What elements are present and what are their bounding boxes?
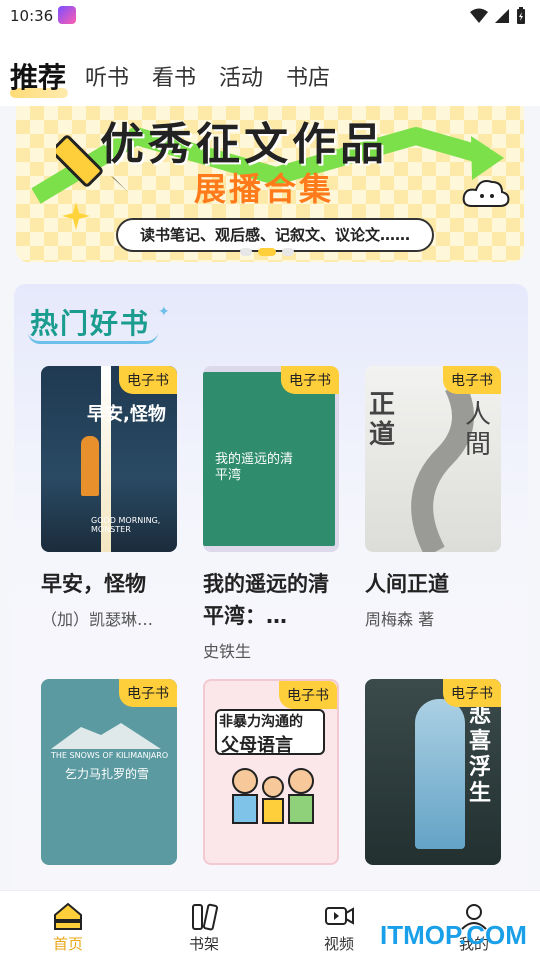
ebook-badge: 电子书 bbox=[443, 679, 501, 707]
cover-title: 非暴力沟通的 bbox=[219, 714, 303, 730]
cover-title: 我的遥远的清平湾 bbox=[215, 452, 294, 483]
figure-decoration bbox=[81, 436, 99, 496]
book-card[interactable]: 早安,怪物 GOOD MORNING, MONSTER 电子书 早安，怪物 （加… bbox=[41, 366, 177, 632]
book-card[interactable]: 正道 人間 电子书 人间正道 周梅森 著 bbox=[365, 366, 501, 632]
banner-subtitle: 展播合集 bbox=[194, 170, 335, 208]
cloud-face-icon bbox=[462, 180, 510, 207]
book-cover[interactable]: 我的遥远的清平湾 电子书 bbox=[203, 366, 339, 552]
ebook-badge: 电子书 bbox=[281, 366, 339, 394]
signal-icon bbox=[495, 9, 509, 23]
book-cover[interactable]: 悲喜浮生 电子书 bbox=[365, 679, 501, 865]
nav-bookshelf-label: 书架 bbox=[188, 935, 219, 953]
banner-dot bbox=[282, 248, 294, 256]
top-tab-bar: 推荐 听书 看书 活动 书店 bbox=[0, 32, 540, 106]
figure-decoration bbox=[415, 699, 465, 849]
banner-dot bbox=[240, 248, 252, 256]
tab-read[interactable]: 看书 bbox=[152, 60, 196, 92]
hot-books-section: 热门好书 ✦ 早安,怪物 GOOD MORNING, MONSTER 电子书 早… bbox=[14, 284, 528, 904]
status-time: 10:36 bbox=[10, 7, 54, 25]
wifi-icon bbox=[470, 8, 488, 23]
app-notification-icon bbox=[58, 6, 76, 24]
sparkle-icon: ✦ bbox=[158, 304, 170, 320]
bookshelf-icon bbox=[192, 903, 219, 931]
tab-recommend[interactable]: 推荐 bbox=[10, 56, 66, 96]
nav-video[interactable]: 视频 bbox=[299, 891, 379, 954]
nav-bookshelf[interactable]: 书架 bbox=[164, 891, 244, 954]
book-cover[interactable]: 非暴力沟通的 父母语言 电子书 bbox=[203, 679, 339, 865]
banner-pill: 读书笔记、观后感、记叙文、议论文…… bbox=[116, 218, 434, 252]
video-icon bbox=[325, 907, 354, 925]
book-title[interactable]: 早安，怪物 bbox=[41, 568, 181, 600]
mountain-decoration bbox=[51, 723, 161, 749]
cover-title: 乞力马扎罗的雪 bbox=[65, 767, 150, 781]
cover-title-secondary: 人間 bbox=[465, 400, 492, 460]
ebook-badge: 电子书 bbox=[443, 366, 501, 394]
banner-title: 优秀征文作品 bbox=[100, 119, 388, 170]
title-swoosh-decoration bbox=[28, 332, 158, 344]
battery-icon bbox=[517, 7, 525, 24]
cover-title: 悲喜浮生 bbox=[469, 703, 492, 806]
family-illustration bbox=[232, 768, 314, 824]
nav-home-label: 首页 bbox=[52, 935, 83, 953]
book-author: （加）凯瑟琳… bbox=[41, 610, 154, 629]
nav-video-label: 视频 bbox=[323, 935, 354, 953]
cover-title: 早安,怪物 bbox=[87, 404, 166, 425]
book-card[interactable]: 悲喜浮生 电子书 bbox=[365, 679, 501, 865]
status-icons bbox=[470, 7, 526, 25]
ebook-badge: 电子书 bbox=[279, 681, 337, 709]
tab-bookstore[interactable]: 书店 bbox=[286, 60, 330, 92]
banner-dot-active bbox=[258, 248, 276, 256]
cover-subtitle: THE SNOWS OF KILIMANJARO bbox=[51, 751, 169, 760]
book-author: 史铁生 bbox=[203, 642, 252, 661]
book-title[interactable]: 我的遥远的清平湾：… bbox=[203, 568, 343, 632]
ebook-badge: 电子书 bbox=[119, 366, 177, 394]
nav-home[interactable]: 首页 bbox=[28, 891, 108, 954]
book-card[interactable]: 非暴力沟通的 父母语言 电子书 bbox=[203, 679, 339, 865]
tab-activity[interactable]: 活动 bbox=[219, 60, 263, 92]
book-author: 周梅森 著 bbox=[365, 610, 435, 629]
status-bar: 10:36 bbox=[0, 0, 540, 32]
book-title[interactable]: 人间正道 bbox=[365, 568, 505, 600]
book-card[interactable]: THE SNOWS OF KILIMANJARO 乞力马扎罗的雪 电子书 bbox=[41, 679, 177, 865]
book-cover[interactable]: 早安,怪物 GOOD MORNING, MONSTER 电子书 bbox=[41, 366, 177, 552]
tab-listen[interactable]: 听书 bbox=[85, 60, 129, 92]
site-watermark: ITMOP.COM bbox=[380, 920, 527, 950]
cover-title: 正道 bbox=[369, 390, 396, 450]
promo-banner[interactable]: 优秀征文作品 展播合集 读书笔记、观后感、记叙文、议论文…… bbox=[16, 106, 524, 262]
book-cover[interactable]: THE SNOWS OF KILIMANJARO 乞力马扎罗的雪 电子书 bbox=[41, 679, 177, 865]
cover-subtitle: GOOD MORNING, MONSTER bbox=[91, 516, 161, 534]
banner-pagination bbox=[240, 248, 294, 256]
cover-title-secondary: 父母语言 bbox=[221, 735, 293, 756]
book-card[interactable]: 我的遥远的清平湾 电子书 我的遥远的清平湾：… 史铁生 bbox=[203, 366, 339, 664]
book-cover[interactable]: 正道 人間 电子书 bbox=[365, 366, 501, 552]
ebook-badge: 电子书 bbox=[119, 679, 177, 707]
sparkle-icon bbox=[62, 202, 90, 230]
home-icon bbox=[54, 902, 82, 930]
